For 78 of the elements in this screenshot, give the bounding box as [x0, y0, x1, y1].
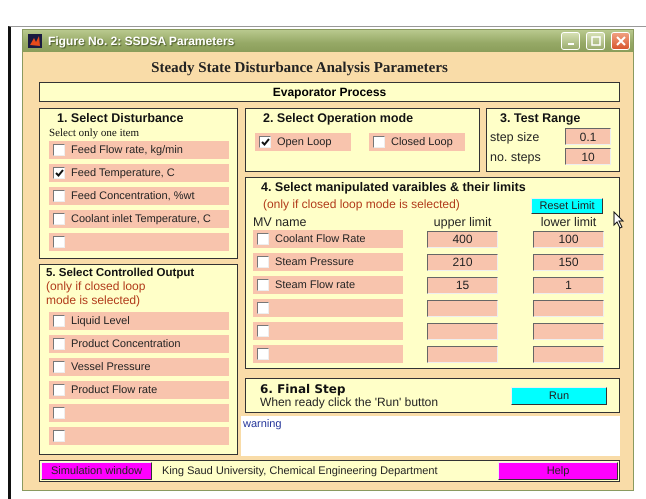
field-label: step size [490, 130, 540, 144]
maximize-icon [590, 36, 600, 46]
checkbox-label: Liquid Level [71, 315, 130, 327]
minimize-button[interactable] [561, 32, 580, 50]
maximize-button[interactable] [586, 32, 605, 50]
help-button[interactable]: Help [498, 462, 618, 480]
panel-title: 6. Final Step [260, 382, 346, 396]
checkbox[interactable] [53, 213, 65, 225]
panel-title: 4. Select manipulated varaibles & their limits [260, 180, 527, 194]
input-field[interactable]: 15 [427, 276, 498, 294]
checkbox[interactable] [53, 384, 65, 396]
column-header: MV name [253, 215, 306, 229]
close-icon [616, 36, 626, 46]
reset-limit-button[interactable]: Reset Limit [531, 198, 603, 214]
window-title: Figure No. 2: SSDSA Parameters [48, 34, 236, 48]
field-label: no. steps [490, 150, 541, 164]
panel-title: 2. Select Operation mode [262, 111, 414, 125]
checkbox-label: Product Concentration [71, 338, 180, 350]
checkbox[interactable] [53, 361, 65, 373]
checkbox[interactable] [53, 236, 65, 248]
checkbox[interactable] [257, 325, 269, 337]
pointer-icon [613, 211, 625, 229]
checkbox-label: Steam Pressure [275, 256, 354, 268]
checkbox[interactable] [373, 136, 385, 148]
instruction-text: When ready click the 'Run' button [260, 396, 438, 409]
process-title: Evaporator Process [39, 82, 620, 102]
checkbox[interactable] [53, 315, 65, 327]
checkbox[interactable] [53, 144, 65, 156]
hint-text: Select only one item [49, 127, 140, 139]
checkbox-label: Feed Flow rate, kg/min [71, 144, 183, 156]
input-field[interactable]: 1 [533, 276, 604, 294]
checkbox-label: Feed Concentration, %wt [71, 190, 195, 202]
panel-title: 1. Select Disturbance [56, 111, 184, 125]
checkbox[interactable] [53, 190, 65, 202]
heading: Steady State Disturbance Analysis Parameters [150, 59, 449, 78]
checkbox-label: Open Loop [277, 136, 332, 148]
checkbox[interactable] [257, 256, 269, 268]
column-header: upper limit [434, 215, 492, 229]
close-button[interactable] [611, 32, 630, 50]
note-text: (only if closed loop mode is selected) [263, 197, 460, 211]
warning-text: warning [241, 416, 620, 456]
checkbox-label: Steam Flow rate [275, 279, 356, 291]
checkbox-label: Feed Temperature, C [71, 167, 175, 179]
minimize-icon [568, 43, 574, 45]
checkbox[interactable] [259, 136, 271, 148]
input-field[interactable] [533, 346, 604, 362]
input-field[interactable]: 400 [427, 230, 498, 248]
input-field[interactable]: 210 [427, 254, 498, 270]
checkbox-label: Coolant Flow Rate [275, 233, 366, 245]
checkbox[interactable] [257, 302, 269, 314]
input-field[interactable] [427, 322, 498, 340]
checkbox[interactable] [257, 233, 269, 245]
checkbox[interactable] [257, 279, 269, 291]
checkbox[interactable] [53, 430, 65, 442]
note-text: (only if closed loop mode is selected) [46, 279, 146, 307]
checkbox-label: Product Flow rate [71, 384, 158, 396]
checkbox[interactable] [53, 407, 65, 419]
column-header: lower limit [540, 215, 596, 229]
input-field[interactable]: 10 [565, 148, 611, 165]
checkbox-label: Closed Loop [391, 136, 453, 148]
checkbox[interactable] [53, 338, 65, 350]
checkbox-label: Vessel Pressure [71, 361, 150, 373]
input-field[interactable] [427, 300, 498, 316]
run-button[interactable]: Run [511, 386, 607, 404]
input-field[interactable] [427, 346, 498, 362]
panel-title: 3. Test Range [499, 111, 582, 125]
credit-text: King Saud University, Chemical Engineering Department [162, 465, 439, 477]
input-field[interactable] [533, 322, 604, 340]
input-field[interactable]: 0.1 [565, 128, 611, 145]
panel-title: 5. Select Controlled Output [46, 267, 196, 279]
input-field[interactable]: 150 [533, 254, 604, 270]
checkbox-label: Coolant inlet Temperature, C [71, 213, 211, 225]
checkbox[interactable] [53, 167, 65, 179]
input-field[interactable] [533, 300, 604, 316]
figure-icon [28, 34, 42, 48]
input-field[interactable]: 100 [533, 230, 604, 248]
simulation-window-button[interactable]: Simulation window [41, 462, 152, 480]
checkbox[interactable] [257, 348, 269, 360]
